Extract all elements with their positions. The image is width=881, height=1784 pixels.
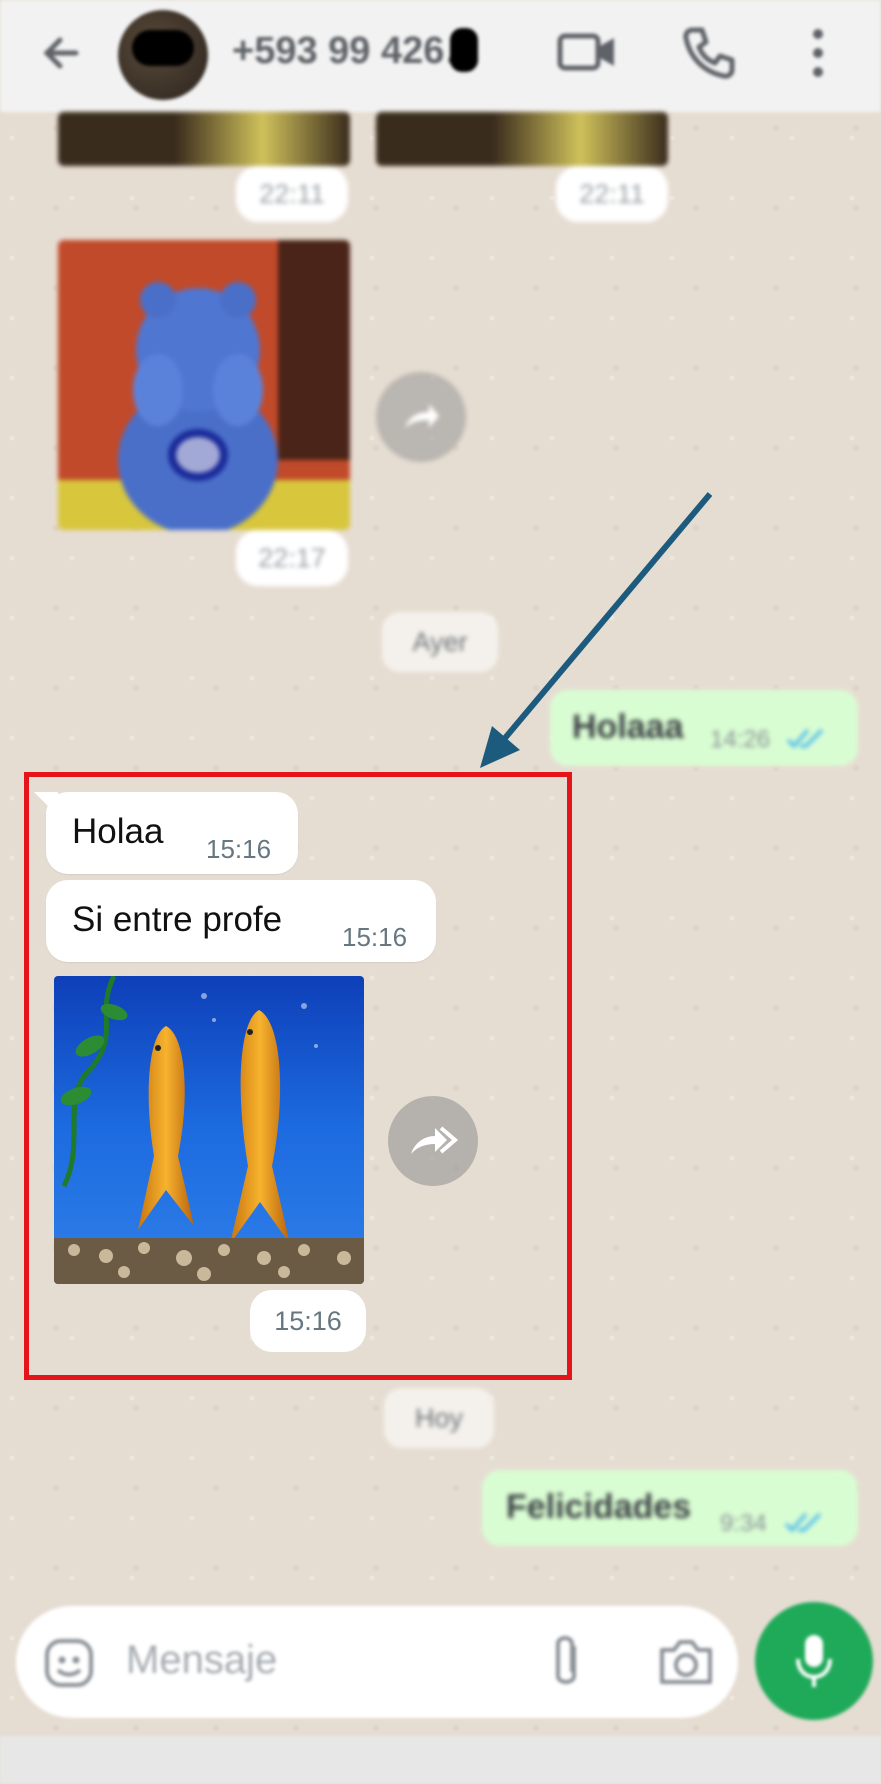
sticker-timestamp: 22:17 [236,530,348,586]
avatar-redaction [132,30,194,66]
emoji-icon[interactable] [42,1636,96,1690]
video-call-icon[interactable] [556,24,618,80]
system-nav-bar [0,1736,881,1784]
mic-button[interactable] [755,1602,873,1720]
image-timestamp: 22:11 [236,166,348,222]
chat-header: +593 99 426… [0,0,881,112]
image-timestamp: 22:11 [556,166,668,222]
bubble-tail [34,792,58,816]
message-time: 15:16 [206,834,272,864]
back-arrow-icon[interactable] [36,28,86,78]
read-receipt-icon [786,728,824,749]
message-time: 15:16 [342,922,408,952]
forward-icon [411,1126,459,1154]
image-thumbnail[interactable] [376,112,668,166]
date-separator: Hoy [384,1388,494,1448]
message-time: 9:34 [720,1510,767,1537]
image-timestamp: 15:16 [250,1290,366,1352]
read-receipt-icon [784,1512,822,1533]
message-text: Felicidades [506,1488,692,1526]
phone-icon[interactable] [680,24,738,82]
forward-button[interactable] [388,1096,478,1186]
fish-image[interactable] [54,976,364,1284]
incoming-message[interactable]: Holaa 15:16 [34,792,298,874]
attach-icon[interactable] [546,1632,586,1694]
message-text: Holaa [72,812,164,851]
image-thumbnail[interactable] [58,112,350,166]
message-text: Si entre profe [72,900,283,939]
annotation-arrow [480,492,713,768]
incoming-message[interactable]: Si entre profe 15:16 [46,880,436,962]
camera-icon[interactable] [656,1636,716,1688]
contact-name[interactable]: +593 99 426… [232,30,482,73]
forward-icon [405,404,439,428]
mic-icon [796,1635,832,1687]
outgoing-message[interactable]: Felicidades 9:34 [482,1470,858,1546]
message-input[interactable]: Mensaje [126,1638,277,1683]
contact-redaction [450,28,478,72]
sticker-image[interactable] [58,240,350,530]
forward-button[interactable] [376,372,466,462]
more-vert-icon[interactable] [808,24,828,82]
message-composer: Mensaje [16,1606,738,1718]
